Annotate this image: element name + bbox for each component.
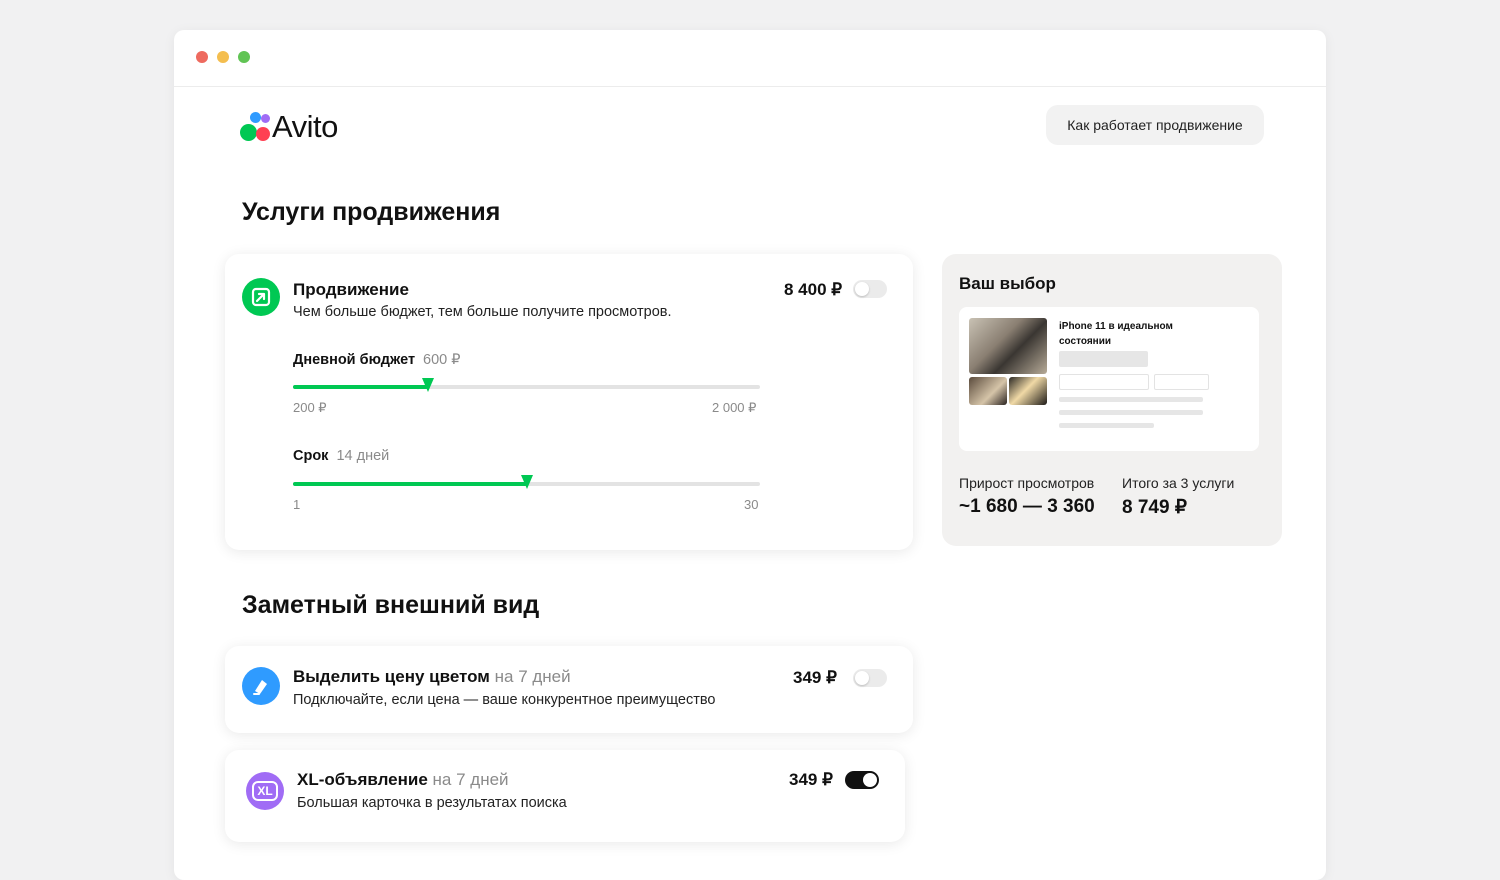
budget-label-text: Дневной бюджет <box>293 352 416 368</box>
avito-logo-icon <box>238 110 272 144</box>
budget-slider-thumb[interactable] <box>422 378 435 392</box>
color-price-title: Выделить цену цветом на 7 дней <box>293 667 571 687</box>
skeleton-line <box>1059 423 1154 428</box>
budget-value: 600 ₽ <box>423 352 461 368</box>
listing-thumb-photo <box>1009 377 1047 405</box>
duration-label: Срок 14 дней <box>293 448 389 464</box>
xl-listing-price: 349 ₽ <box>789 770 833 789</box>
promotion-card: Продвижение Чем больше бюджет, тем больш… <box>225 254 913 550</box>
color-price-price: 349 ₽ <box>793 668 837 687</box>
duration-slider[interactable] <box>293 475 760 489</box>
listing-title: iPhone 11 в идеальном состоянии <box>1059 321 1173 347</box>
duration-value: 14 дней <box>336 448 390 464</box>
skeleton-button <box>1059 374 1149 390</box>
total-label: Итого за 3 услуги <box>1122 475 1235 491</box>
skeleton-line <box>1059 397 1203 402</box>
budget-slider[interactable] <box>293 378 760 392</box>
skeleton-button <box>1154 374 1209 390</box>
promotion-toggle[interactable] <box>853 280 887 298</box>
duration-slider-fill <box>293 482 527 486</box>
color-price-period: на 7 дней <box>494 667 571 686</box>
duration-slider-thumb[interactable] <box>520 475 533 489</box>
skeleton-line <box>1059 410 1203 415</box>
xl-listing-toggle[interactable] <box>845 771 879 789</box>
duration-min: 1 <box>293 497 301 512</box>
avito-logo[interactable]: Avito <box>238 109 338 144</box>
minimize-window-dot[interactable] <box>217 51 229 63</box>
skeleton-price <box>1059 351 1148 367</box>
maximize-window-dot[interactable] <box>238 51 250 63</box>
views-growth-value: ~1 680 — 3 360 <box>959 496 1095 517</box>
total-value: 8 749 ₽ <box>1122 497 1187 518</box>
listing-main-photo <box>969 318 1047 374</box>
promotion-description: Чем больше бюджет, тем больше получите п… <box>293 304 672 320</box>
budget-min: 200 ₽ <box>293 400 327 415</box>
close-window-dot[interactable] <box>196 51 208 63</box>
views-growth-label: Прирост просмотров <box>959 475 1095 491</box>
logo-text: Avito <box>272 109 338 144</box>
listing-thumb-photo <box>969 377 1007 405</box>
xl-badge-icon: XL <box>246 772 284 810</box>
summary-title: Ваш выбор <box>959 274 1056 293</box>
duration-label-text: Срок <box>293 448 329 464</box>
browser-window: Avito Как работает продвижение Услуги пр… <box>174 30 1326 880</box>
xl-listing-title: XL-объявление на 7 дней <box>297 770 509 790</box>
xl-listing-description: Большая карточка в результатах поиска <box>297 795 567 811</box>
trend-arrow-icon <box>242 278 280 316</box>
budget-slider-fill <box>293 385 429 389</box>
how-promotion-works-button[interactable]: Как работает продвижение <box>1046 105 1264 145</box>
appearance-section-title: Заметный внешний вид <box>242 591 540 619</box>
xl-listing-period: на 7 дней <box>432 770 509 789</box>
color-price-title-text: Выделить цену цветом <box>293 667 490 686</box>
xl-listing-card: XL XL-объявление на 7 дней Большая карто… <box>225 750 905 842</box>
summary-panel: Ваш выбор iPhone 11 в идеальном состояни… <box>942 254 1282 546</box>
highlighter-icon <box>242 667 280 705</box>
promotion-price: 8 400 ₽ <box>784 280 843 299</box>
budget-label: Дневной бюджет 600 ₽ <box>293 352 461 368</box>
color-price-toggle[interactable] <box>853 669 887 687</box>
duration-max: 30 <box>744 497 759 512</box>
promotion-section-title: Услуги продвижения <box>242 198 501 226</box>
color-price-card: Выделить цену цветом на 7 дней Подключай… <box>225 646 913 733</box>
color-price-description: Подключайте, если цена — ваше конкурентн… <box>293 692 716 708</box>
xl-listing-title-text: XL-объявление <box>297 770 428 789</box>
window-titlebar <box>174 30 1326 87</box>
budget-max: 2 000 ₽ <box>712 400 757 415</box>
xl-icon-text: XL <box>252 781 278 801</box>
promotion-title: Продвижение <box>293 280 409 299</box>
listing-preview: iPhone 11 в идеальном состоянии <box>959 307 1259 451</box>
